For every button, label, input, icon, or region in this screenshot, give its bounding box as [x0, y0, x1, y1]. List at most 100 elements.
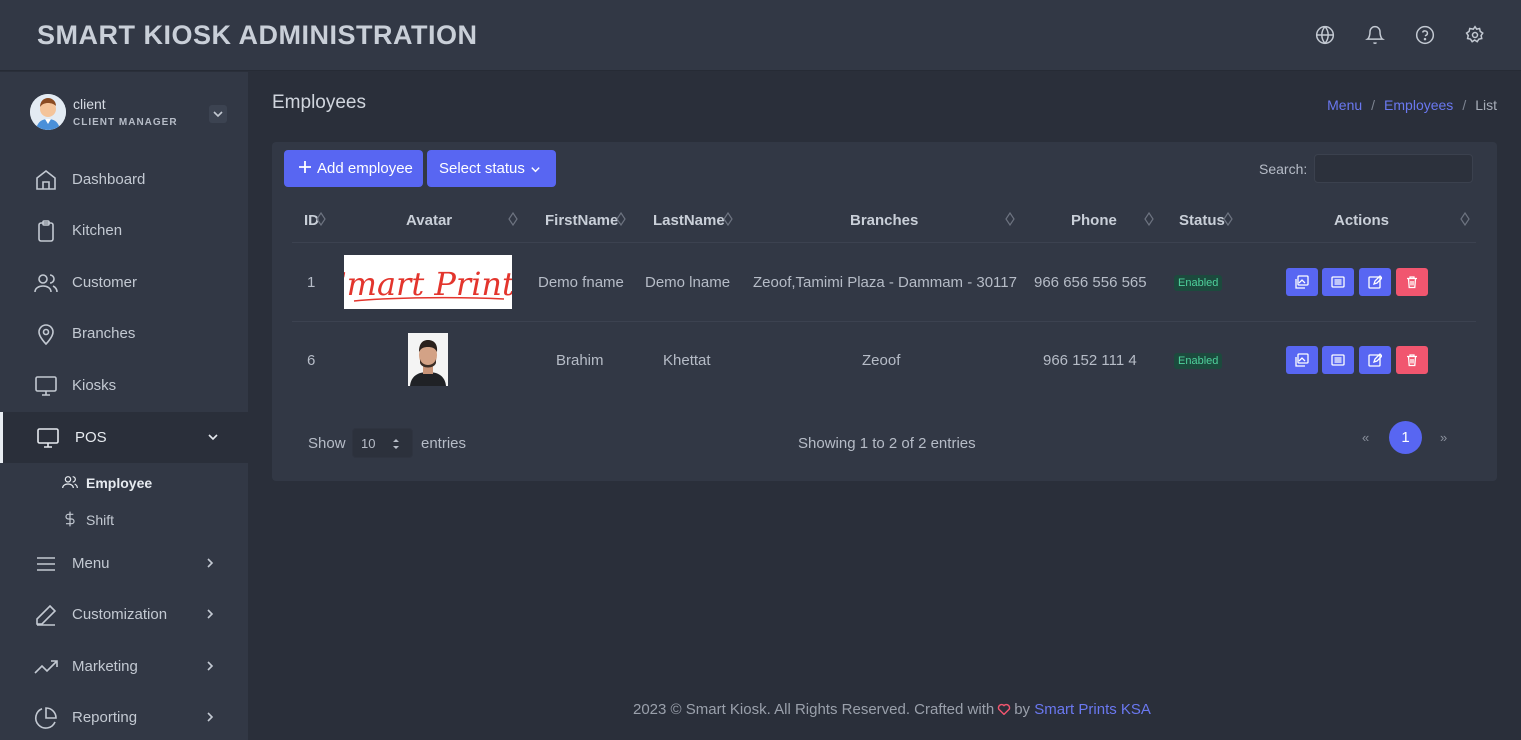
table-divider [292, 242, 1476, 243]
column-header-actions[interactable]: Actions [1334, 212, 1389, 230]
monitor-icon [35, 376, 57, 396]
search-input[interactable] [1314, 154, 1473, 183]
sidebar-item-label: Kitchen [72, 222, 123, 239]
sidebar-item-label: Menu [72, 555, 110, 572]
chevron-right-icon [207, 609, 214, 619]
gallery-button[interactable] [1286, 346, 1318, 374]
sidebar-item-customer[interactable]: Customer [0, 257, 248, 308]
breadcrumb-current: List [1475, 97, 1497, 113]
footer: 2023 © Smart Kiosk. All Rights Reserved.… [633, 701, 1151, 718]
sidebar-item-marketing[interactable]: Marketing [0, 641, 248, 692]
page-length-select[interactable]: 10 [352, 428, 413, 458]
table-info: Showing 1 to 2 of 2 entries [798, 435, 976, 452]
sidebar-item-kitchen[interactable]: Kitchen [0, 205, 248, 256]
entries-label: entries [421, 435, 467, 452]
sidebar-subitem-label: Shift [86, 512, 115, 528]
dollar-icon [65, 511, 75, 527]
add-employee-button[interactable]: Add employee [284, 150, 423, 187]
cell-lastname: Demo lname [645, 274, 731, 291]
sidebar-item-menu[interactable]: Menu [0, 538, 248, 589]
bell-icon[interactable] [1365, 25, 1385, 45]
sidebar-subitem-label: Employee [86, 475, 153, 491]
employees-card: Add employee Select status Search: ID Av… [272, 142, 1497, 481]
breadcrumb: Menu / Employees / List [1327, 97, 1497, 113]
sidebar-item-customization[interactable]: Customization [0, 589, 248, 640]
sidebar: client CLIENT MANAGER Dashboard Kitchen … [0, 72, 248, 740]
status-badge: Enabled [1174, 353, 1223, 369]
top-bar: SMART KIOSK ADMINISTRATION [0, 0, 1521, 71]
pen-icon [36, 604, 57, 626]
employee-avatar-image [408, 333, 448, 386]
home-icon [36, 169, 56, 190]
sidebar-item-label: Marketing [72, 658, 138, 675]
chevron-down-icon [208, 434, 218, 441]
sort-icon [316, 212, 326, 226]
sidebar-item-kiosks[interactable]: Kiosks [0, 360, 248, 411]
sidebar-item-dashboard[interactable]: Dashboard [0, 154, 248, 205]
cell-id: 6 [307, 352, 316, 369]
sidebar-subitem-employee[interactable]: Employee [60, 467, 240, 497]
help-icon[interactable] [1415, 25, 1435, 45]
select-status-dropdown[interactable]: Select status [427, 150, 556, 187]
sort-icon [1005, 212, 1015, 226]
sort-icon [1460, 212, 1470, 226]
heart-icon [997, 703, 1011, 715]
delete-button[interactable] [1396, 268, 1428, 296]
sidebar-item-label: Branches [72, 325, 136, 342]
sidebar-subitem-shift[interactable]: Shift [60, 504, 240, 534]
user-role: CLIENT MANAGER [73, 117, 178, 128]
plus-icon [299, 161, 311, 173]
sidebar-item-label: Customer [72, 274, 138, 291]
column-header-phone[interactable]: Phone [1071, 212, 1117, 230]
edit-icon [1368, 353, 1382, 367]
footer-company-link[interactable]: Smart Prints KSA [1034, 701, 1151, 718]
settings-icon[interactable] [1465, 25, 1485, 45]
column-header-avatar[interactable]: Avatar [406, 212, 452, 230]
breadcrumb-menu[interactable]: Menu [1327, 97, 1362, 113]
user-avatar [30, 94, 66, 130]
user-name: client [73, 96, 106, 112]
column-header-firstname[interactable]: FirstName [545, 212, 618, 230]
cell-lastname: Khettat [663, 352, 711, 369]
sort-icon [616, 212, 626, 226]
gallery-button[interactable] [1286, 268, 1318, 296]
select-status-label: Select status [439, 160, 525, 177]
sort-icon [1223, 212, 1233, 226]
column-header-lastname[interactable]: LastName [653, 212, 725, 230]
map-pin-icon [38, 324, 54, 346]
sidebar-item-reporting[interactable]: Reporting [0, 692, 248, 740]
users-icon [34, 274, 58, 293]
details-button[interactable] [1322, 346, 1354, 374]
page-length-value: 10 [361, 436, 376, 451]
globe-icon[interactable] [1315, 25, 1335, 45]
edit-button[interactable] [1359, 268, 1391, 296]
chevron-right-icon [207, 558, 214, 568]
user-menu-toggle[interactable] [209, 105, 227, 123]
page-title: Employees [272, 92, 366, 113]
breadcrumb-employees[interactable]: Employees [1384, 97, 1453, 113]
status-badge: Enabled [1174, 275, 1223, 291]
cell-phone: 966 656 556 565 [1034, 274, 1147, 291]
sort-icon [723, 212, 733, 226]
pagination-next[interactable]: » [1440, 430, 1447, 445]
edit-button[interactable] [1359, 346, 1391, 374]
edit-icon [1368, 275, 1382, 289]
users-icon [62, 476, 78, 489]
column-header-branches[interactable]: Branches [850, 212, 918, 230]
trash-icon [1407, 354, 1417, 367]
footer-by: by [1014, 701, 1031, 718]
sidebar-item-pos[interactable]: POS [0, 412, 248, 463]
chevron-down-icon [213, 111, 223, 118]
pie-chart-icon [35, 707, 57, 729]
details-button[interactable] [1322, 268, 1354, 296]
pagination-prev[interactable]: « [1362, 430, 1369, 445]
cell-id: 1 [307, 274, 316, 291]
gallery-icon [1295, 275, 1309, 289]
pagination-page-1[interactable]: 1 [1389, 421, 1422, 454]
trending-up-icon [34, 660, 58, 674]
show-label: Show [308, 435, 346, 452]
top-icons [1315, 25, 1485, 45]
column-header-status[interactable]: Status [1179, 212, 1225, 230]
sidebar-item-branches[interactable]: Branches [0, 308, 248, 359]
delete-button[interactable] [1396, 346, 1428, 374]
